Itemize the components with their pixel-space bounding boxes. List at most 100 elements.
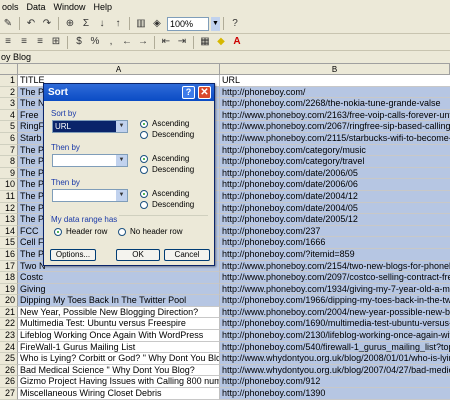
- row-number[interactable]: 3: [0, 98, 18, 110]
- no-header-row-radio[interactable]: [118, 228, 126, 236]
- row-number[interactable]: 11: [0, 190, 18, 203]
- cell-url[interactable]: http://phoneboy.com/date/2004/05: [220, 202, 450, 215]
- row-number[interactable]: 2: [0, 86, 18, 99]
- menu-help[interactable]: Help: [92, 2, 119, 12]
- percent-icon[interactable]: %: [88, 35, 102, 49]
- cell-url[interactable]: http://phoneboy.com/1690/multimedia-test…: [220, 318, 450, 331]
- then-by-2-ascending-radio[interactable]: [140, 190, 148, 198]
- align-right-icon[interactable]: ≡: [33, 35, 47, 49]
- row-number[interactable]: 26: [0, 376, 18, 389]
- row-number[interactable]: 14: [0, 225, 18, 238]
- row-number[interactable]: 7: [0, 144, 18, 157]
- help-icon[interactable]: ?: [228, 17, 242, 31]
- row-number[interactable]: 1: [0, 75, 18, 87]
- comma-icon[interactable]: ,: [104, 35, 118, 49]
- cell-url[interactable]: http://phoneboy.com/2268/the-nokia-tune-…: [220, 98, 450, 110]
- sort-descending-icon[interactable]: ↑: [111, 17, 125, 31]
- cell-url[interactable]: http://www.phoneboy.com/2154/two-new-blo…: [220, 260, 450, 273]
- row-number[interactable]: 19: [0, 283, 18, 296]
- ok-button[interactable]: OK: [116, 249, 160, 261]
- chart-wizard-icon[interactable]: ▥: [134, 17, 148, 31]
- options-button[interactable]: Options...: [50, 249, 96, 261]
- then-by-2-descending-radio[interactable]: [140, 201, 148, 209]
- chevron-down-icon[interactable]: ▼: [116, 155, 127, 166]
- sort-by-ascending-radio[interactable]: [140, 120, 148, 128]
- cell-url[interactable]: http://phoneboy.com/1390: [220, 388, 450, 400]
- row-number[interactable]: 27: [0, 388, 18, 400]
- help-icon[interactable]: ?: [182, 86, 195, 99]
- row-number[interactable]: 9: [0, 167, 18, 180]
- cell-url[interactable]: http://phoneboy.com/date/2005/12: [220, 214, 450, 226]
- row-number[interactable]: 21: [0, 306, 18, 319]
- cell-title[interactable]: Costc: [18, 272, 220, 284]
- column-header-a[interactable]: A: [18, 64, 220, 75]
- cell-title[interactable]: Giving: [18, 283, 220, 296]
- row-number[interactable]: 20: [0, 295, 18, 307]
- menu-window[interactable]: Window: [52, 2, 92, 12]
- font-color-icon[interactable]: A: [230, 35, 244, 49]
- cell-url[interactable]: http://phoneboy.com/912: [220, 376, 450, 389]
- sort-ascending-icon[interactable]: ↓: [95, 17, 109, 31]
- cell-title[interactable]: FireWall-1 Gurus Mailing List: [18, 341, 220, 354]
- menu-data[interactable]: Data: [25, 2, 52, 12]
- currency-icon[interactable]: $: [72, 35, 86, 49]
- cell-url[interactable]: http://phoneboy.com/540/firewall-1_gurus…: [220, 341, 450, 354]
- cell-url[interactable]: http://www.phoneboy.com/2163/free-voip-c…: [220, 109, 450, 122]
- row-number[interactable]: 22: [0, 318, 18, 331]
- menu-tools[interactable]: ools: [0, 2, 25, 12]
- cell-title[interactable]: Miscellaneous Wiring Closet Debris: [18, 388, 220, 400]
- cell-url[interactable]: http://phoneboy.com/1666: [220, 237, 450, 249]
- header-row-radio[interactable]: [54, 228, 62, 236]
- then-by-1-ascending-radio[interactable]: [140, 155, 148, 163]
- then-by-1-descending-radio[interactable]: [140, 166, 148, 174]
- format-painter-icon[interactable]: ✎: [1, 17, 15, 31]
- merge-center-icon[interactable]: ⊞: [49, 35, 63, 49]
- cell-url[interactable]: http://phoneboy.com/date/2006/05: [220, 167, 450, 180]
- cell-url[interactable]: http://phoneboy.com/2130/lifeblog-workin…: [220, 330, 450, 342]
- cell-title[interactable]: Lifeblog Working Once Again With WordPre…: [18, 330, 220, 342]
- cell-url[interactable]: http://www.whydontyou.org.uk/blog/2008/0…: [220, 353, 450, 365]
- row-number[interactable]: 5: [0, 121, 18, 133]
- cancel-button[interactable]: Cancel: [164, 249, 210, 261]
- cell-url[interactable]: http://phoneboy.com/?itemid=859: [220, 248, 450, 261]
- cell-url[interactable]: http://phoneboy.com/237: [220, 225, 450, 238]
- row-number[interactable]: 17: [0, 260, 18, 273]
- chevron-down-icon[interactable]: ▼: [116, 121, 127, 132]
- cell-url[interactable]: http://www.phoneboy.com/1934/giving-my-7…: [220, 283, 450, 296]
- cell-title[interactable]: New Year, Possible New Blogging Directio…: [18, 306, 220, 319]
- cell-title[interactable]: Bad Medical Science " Why Dont You Blog?: [18, 364, 220, 377]
- row-number[interactable]: 23: [0, 330, 18, 342]
- decrease-decimal-icon[interactable]: →: [136, 35, 150, 49]
- increase-indent-icon[interactable]: ⇥: [175, 35, 189, 49]
- cell-url[interactable]: URL: [220, 75, 450, 87]
- column-header-b[interactable]: B: [220, 64, 450, 75]
- row-number[interactable]: 16: [0, 248, 18, 261]
- cell-title[interactable]: Gizmo Project Having Issues with Calling…: [18, 376, 220, 389]
- cell-url[interactable]: http://phoneboy.com/category/music: [220, 144, 450, 157]
- cell-url[interactable]: http://phoneboy.com/: [220, 86, 450, 99]
- cell-url[interactable]: http://phoneboy.com/1966/dipping-my-toes…: [220, 295, 450, 307]
- row-number[interactable]: 12: [0, 202, 18, 215]
- row-number[interactable]: 26: [0, 364, 18, 377]
- row-number[interactable]: 15: [0, 237, 18, 249]
- align-center-icon[interactable]: ≡: [17, 35, 31, 49]
- autosum-icon[interactable]: Σ: [79, 17, 93, 31]
- increase-decimal-icon[interactable]: ←: [120, 35, 134, 49]
- row-number[interactable]: 6: [0, 132, 18, 145]
- align-left-icon[interactable]: ≡: [1, 35, 15, 49]
- close-icon[interactable]: ✕: [198, 86, 211, 99]
- cell-url[interactable]: http://phoneboy.com/category/travel: [220, 156, 450, 168]
- cell-url[interactable]: http://www.phoneboy.com/2004/new-year-po…: [220, 306, 450, 319]
- then-by-select-1[interactable]: ▼: [52, 154, 128, 167]
- row-number[interactable]: 24: [0, 341, 18, 354]
- cell-url[interactable]: http://www.phoneboy.com/2115/starbucks-w…: [220, 132, 450, 145]
- then-by-select-2[interactable]: ▼: [52, 189, 128, 202]
- cell-url[interactable]: http://www.phoneboy.com/2097/costco-sell…: [220, 272, 450, 284]
- drawing-icon[interactable]: ◈: [150, 17, 164, 31]
- cell-title[interactable]: Multimedia Test: Ubuntu versus Freespire: [18, 318, 220, 331]
- cell-title[interactable]: Who is Lying? Corbitt or God? " Why Dont…: [18, 353, 220, 365]
- cell-url[interactable]: http://phoneboy.com/date/2006/06: [220, 179, 450, 191]
- decrease-indent-icon[interactable]: ⇤: [159, 35, 173, 49]
- row-number[interactable]: 13: [0, 214, 18, 226]
- fill-color-icon[interactable]: ◆: [214, 35, 228, 49]
